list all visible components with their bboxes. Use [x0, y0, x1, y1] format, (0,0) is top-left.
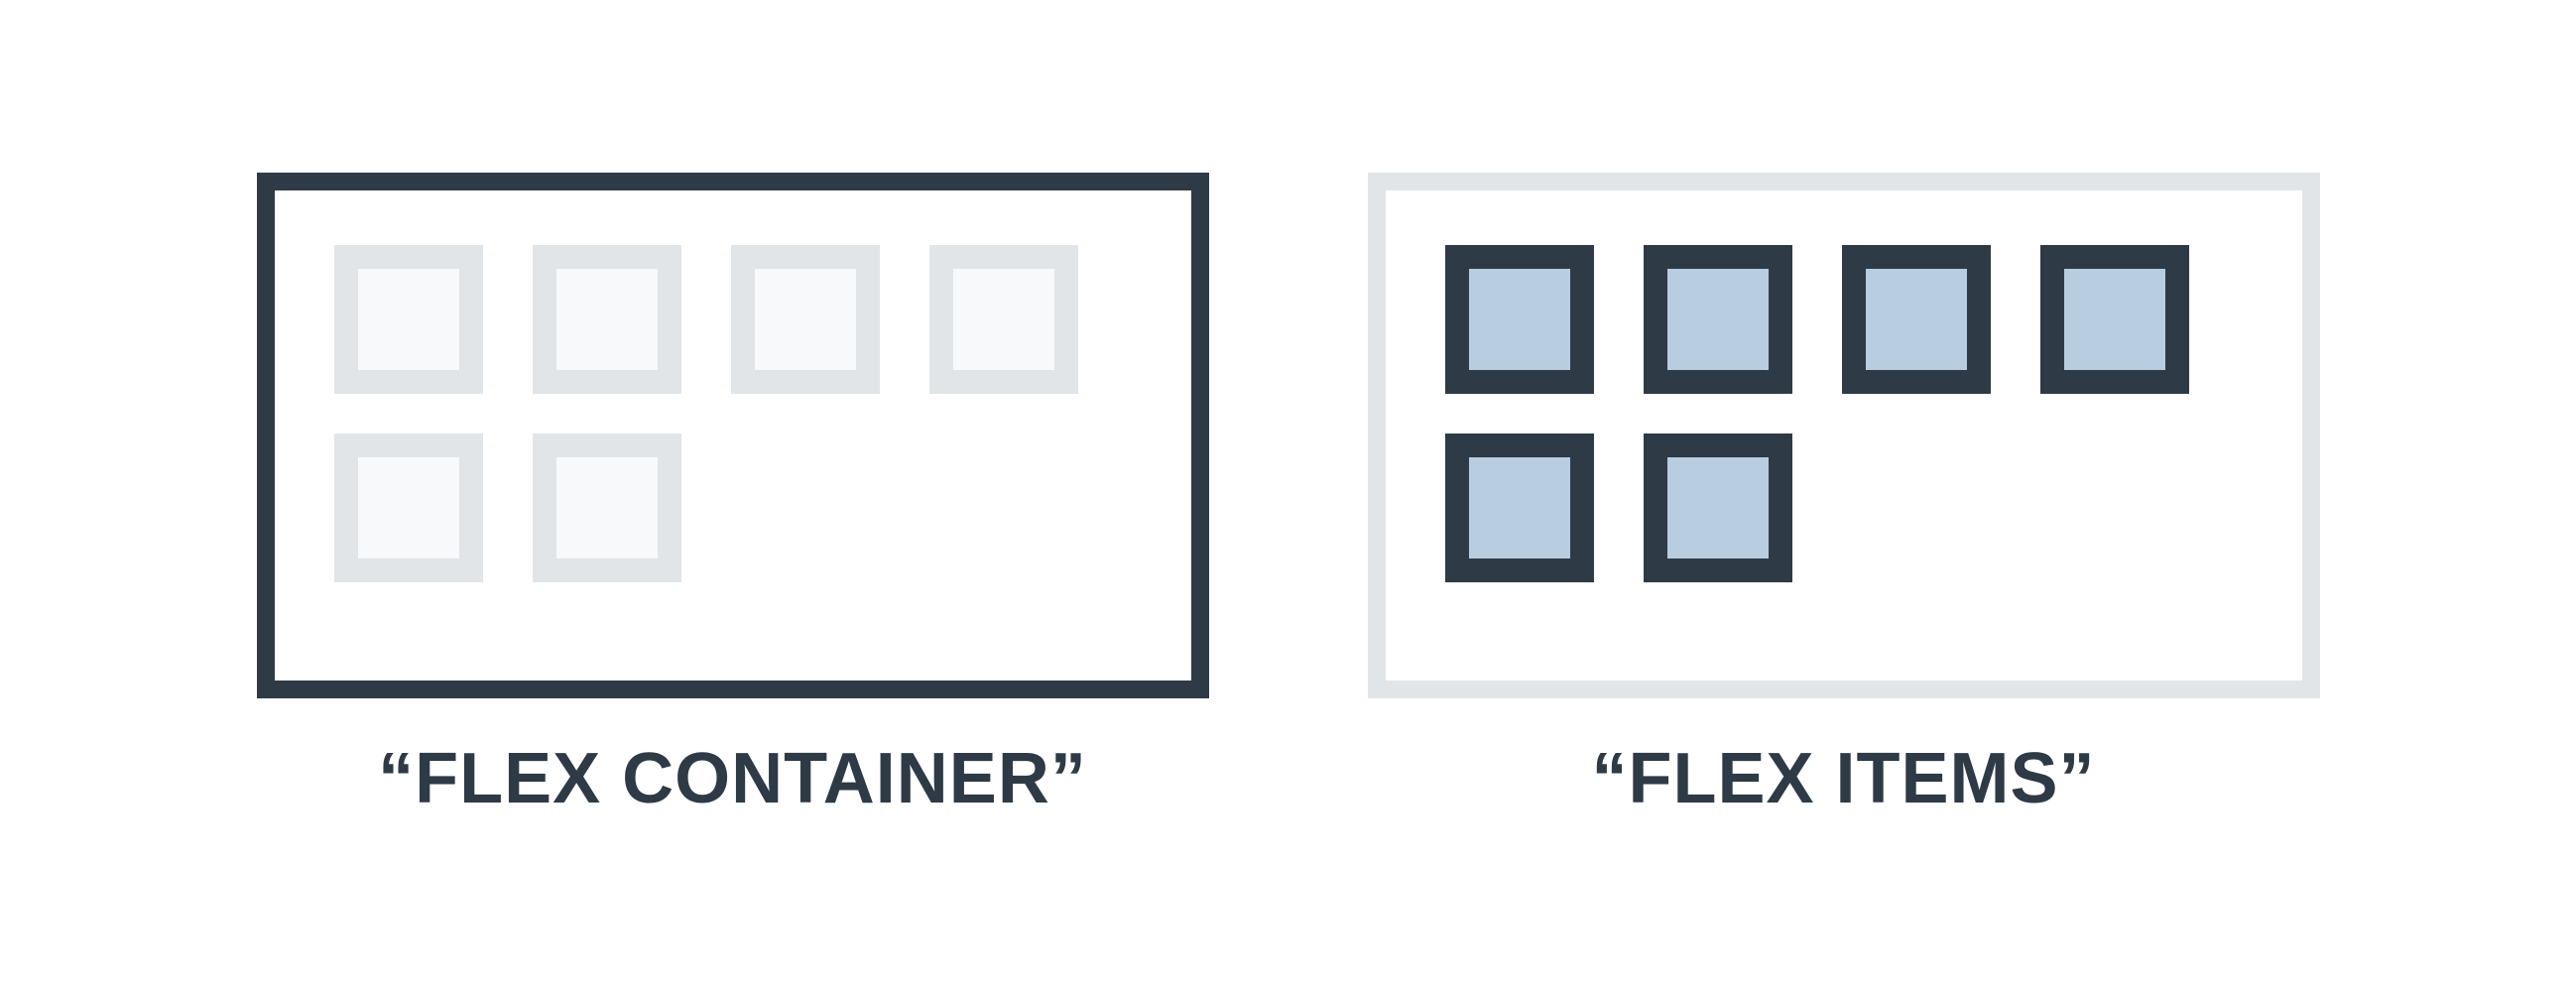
flex-items-box — [1368, 173, 2320, 698]
flex-container-panel: “FLEX CONTAINER” — [257, 173, 1209, 819]
flex-item-highlighted — [1445, 245, 1594, 394]
flex-item-faded — [929, 245, 1078, 394]
flex-item-faded — [533, 245, 681, 394]
flex-items-panel: “FLEX ITEMS” — [1368, 173, 2320, 819]
flex-items-label: “FLEX ITEMS” — [1591, 738, 2095, 819]
flex-item-faded — [731, 245, 880, 394]
flex-item-highlighted — [1445, 434, 1594, 582]
flexbox-diagram: “FLEX CONTAINER” “FLEX ITEMS” — [257, 173, 2320, 819]
flex-item-highlighted — [1644, 245, 1792, 394]
flex-item-faded — [334, 245, 483, 394]
flex-item-faded — [533, 434, 681, 582]
flex-container-box — [257, 173, 1209, 698]
flex-item-highlighted — [1644, 434, 1792, 582]
flex-container-label: “FLEX CONTAINER” — [378, 738, 1087, 819]
flex-item-faded — [334, 434, 483, 582]
flex-item-highlighted — [1842, 245, 1991, 394]
flex-item-highlighted — [2040, 245, 2189, 394]
